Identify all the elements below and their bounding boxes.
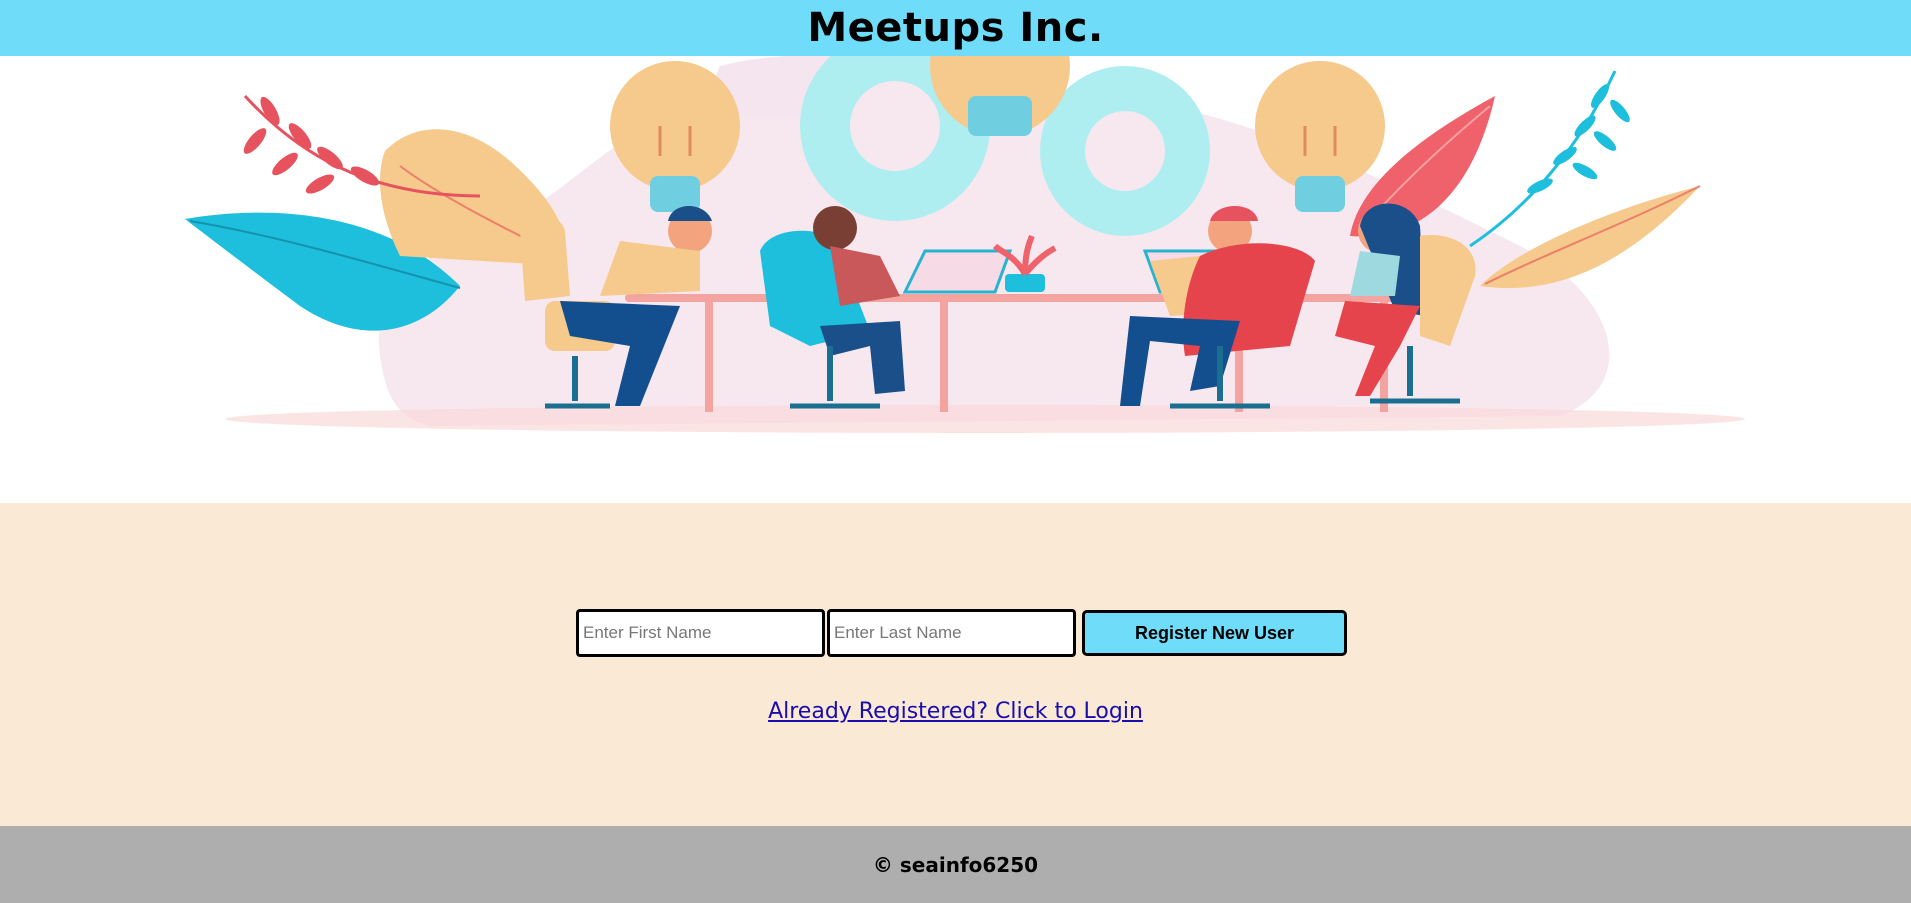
registration-section: Register New User Already Registered? Cl… <box>0 503 1911 826</box>
site-footer: © seainfo6250 <box>0 826 1911 903</box>
hero-banner <box>0 56 1911 503</box>
copyright-text: © seainfo6250 <box>872 852 1039 877</box>
team-meeting-illustration <box>185 56 1745 433</box>
last-name-input[interactable] <box>827 609 1076 657</box>
register-button[interactable]: Register New User <box>1082 610 1347 656</box>
registration-form: Register New User <box>576 609 1347 657</box>
site-title: Meetups Inc. <box>807 5 1104 51</box>
login-link[interactable]: Already Registered? Click to Login <box>768 699 1143 724</box>
login-link-container: Already Registered? Click to Login <box>0 699 1911 724</box>
first-name-input[interactable] <box>576 609 825 657</box>
site-header: Meetups Inc. <box>0 0 1911 56</box>
